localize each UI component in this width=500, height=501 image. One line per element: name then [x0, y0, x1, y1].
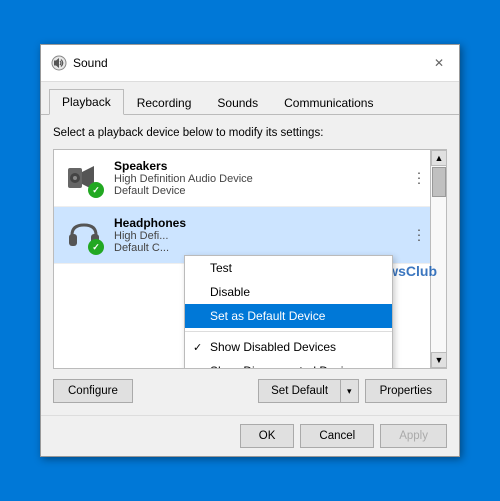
- context-menu-test[interactable]: Test: [185, 256, 392, 280]
- set-default-button[interactable]: Set Default: [258, 379, 340, 403]
- speakers-detail1: High Definition Audio Device: [114, 173, 436, 185]
- tab-playback[interactable]: Playback: [49, 89, 124, 115]
- tab-communications[interactable]: Communications: [271, 89, 386, 115]
- set-default-dropdown[interactable]: ▾: [340, 379, 359, 403]
- headphones-icon: [64, 215, 104, 255]
- speakers-detail2: Default Device: [114, 185, 436, 197]
- device-item-speakers[interactable]: Speakers High Definition Audio Device De…: [54, 150, 446, 207]
- context-menu: Test Disable Set as Default Device Show …: [184, 255, 393, 369]
- close-button[interactable]: ✕: [429, 53, 449, 73]
- headphones-status-icon: [88, 239, 104, 255]
- tab-sounds[interactable]: Sounds: [204, 89, 271, 115]
- sound-icon: [51, 55, 67, 71]
- tab-bar: Playback Recording Sounds Communications: [41, 82, 459, 115]
- context-menu-disable[interactable]: Disable: [185, 280, 392, 304]
- scroll-track: [431, 166, 446, 352]
- ok-button[interactable]: OK: [240, 424, 295, 448]
- sound-dialog: Sound ✕ Playback Recording Sounds Commun…: [40, 44, 460, 457]
- cancel-button[interactable]: Cancel: [300, 424, 374, 448]
- scroll-down-button[interactable]: ▼: [431, 352, 447, 368]
- tab-recording[interactable]: Recording: [124, 89, 205, 115]
- context-menu-separator1: [185, 331, 392, 332]
- speakers-status-icon: [88, 182, 104, 198]
- speakers-name: Speakers: [114, 159, 436, 173]
- description-text: Select a playback device below to modify…: [53, 127, 447, 139]
- headphones-menu-dots[interactable]: ⋮: [412, 227, 426, 244]
- headphones-name: Headphones: [114, 216, 436, 230]
- configure-button[interactable]: Configure: [53, 379, 133, 403]
- apply-button[interactable]: Apply: [380, 424, 447, 448]
- headphones-info: Headphones High Defi... Default C...: [114, 216, 436, 254]
- set-default-group: Set Default ▾: [258, 379, 358, 403]
- device-list-wrapper: Speakers High Definition Audio Device De…: [53, 149, 447, 369]
- properties-button[interactable]: Properties: [365, 379, 447, 403]
- scroll-thumb[interactable]: [432, 167, 446, 197]
- scrollbar[interactable]: ▲ ▼: [430, 150, 446, 368]
- context-menu-set-default[interactable]: Set as Default Device: [185, 304, 392, 328]
- speakers-icon: [64, 158, 104, 198]
- headphones-detail1: High Defi...: [114, 230, 436, 242]
- title-bar: Sound ✕: [41, 45, 459, 82]
- headphones-detail2: Default C...: [114, 242, 436, 254]
- bottom-buttons: Configure Set Default ▾ Properties: [53, 379, 447, 403]
- speakers-menu-dots[interactable]: ⋮: [412, 170, 426, 187]
- dialog-buttons: OK Cancel Apply: [41, 415, 459, 456]
- context-menu-show-disabled[interactable]: Show Disabled Devices: [185, 335, 392, 359]
- speakers-info: Speakers High Definition Audio Device De…: [114, 159, 436, 197]
- context-menu-show-disconnected[interactable]: Show Disconnected Devices: [185, 359, 392, 369]
- window-title: Sound: [73, 56, 429, 70]
- content-area: Select a playback device below to modify…: [41, 115, 459, 415]
- device-list[interactable]: Speakers High Definition Audio Device De…: [53, 149, 447, 369]
- scroll-up-button[interactable]: ▲: [431, 150, 447, 166]
